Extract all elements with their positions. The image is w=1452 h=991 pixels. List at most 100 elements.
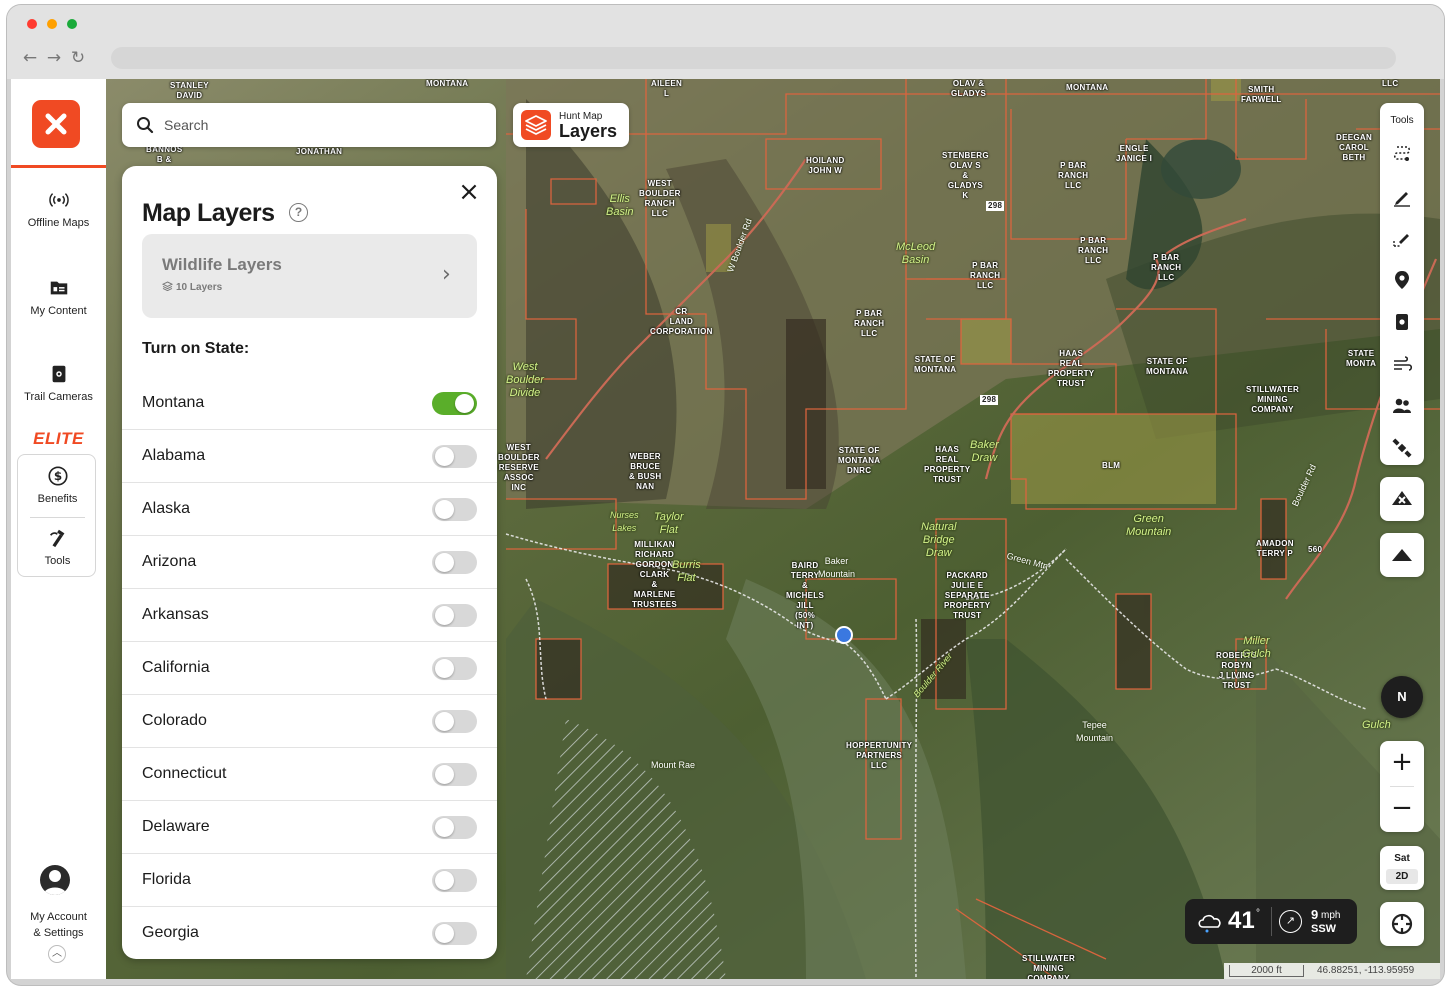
map-label: STATE OF MONTANA — [1146, 357, 1189, 376]
sidebar-item-label: Benefits — [37, 493, 78, 505]
location-button[interactable] — [1380, 902, 1424, 946]
wind-direction-icon: ↗ — [1279, 910, 1302, 933]
forward-arrow-icon[interactable]: → — [45, 49, 63, 67]
satellite-icon[interactable] — [1391, 437, 1413, 459]
state-toggle[interactable] — [432, 604, 477, 627]
hunt-map-layers-button[interactable]: Hunt Map Layers — [513, 103, 629, 147]
dollar-circle-icon: $ — [47, 466, 68, 486]
sidebar-item-my-content[interactable]: My Content — [11, 277, 106, 317]
toggle-knob — [435, 924, 454, 943]
map-type-button[interactable]: Sat 2D — [1380, 846, 1424, 890]
sidebar-item-account[interactable]: My Account & Settings — [11, 909, 106, 941]
toggle-knob — [435, 765, 454, 784]
degree-symbol: ° — [1256, 908, 1260, 919]
browser-window: ← → ↻ STANLEY DAVID MONTANA AILEEN L OLA… — [7, 5, 1444, 985]
state-toggle[interactable] — [432, 392, 477, 415]
state-name: Florida — [142, 871, 191, 888]
weather-widget[interactable]: 41 ° ↗ 9 mph SSW — [1185, 899, 1357, 944]
compass-button[interactable]: N — [1381, 676, 1423, 718]
map-label: HOILAND JOHN W — [806, 156, 845, 175]
terrain-3d-button[interactable] — [1380, 477, 1424, 521]
place-label: Burris Flat — [672, 559, 701, 584]
state-row-montana: Montana — [122, 377, 497, 430]
logo-underline — [11, 165, 106, 168]
place-label: McLeod Basin — [896, 241, 936, 266]
map-label: 560 — [1308, 545, 1323, 554]
map-label: STATE OF MONTANA DNRC — [838, 446, 881, 475]
elite-badge: ELITE — [33, 429, 84, 448]
app-logo[interactable] — [32, 100, 80, 148]
turn-on-state-heading: Turn on State: — [142, 340, 250, 357]
search-input[interactable] — [164, 115, 464, 135]
map-label: AILEEN L — [651, 79, 683, 98]
pencil-icon[interactable] — [1391, 185, 1413, 207]
state-toggle[interactable] — [432, 816, 477, 839]
toggle-knob — [435, 606, 454, 625]
temperature: 41 — [1228, 907, 1255, 934]
minimize-window-dot[interactable] — [47, 19, 57, 29]
close-window-dot[interactable] — [27, 19, 37, 29]
sidebar-item-benefits[interactable]: $ Benefits — [11, 465, 105, 505]
wind-speed: 9 — [1311, 907, 1319, 922]
back-arrow-icon[interactable]: ← — [21, 49, 39, 67]
help-icon[interactable]: ? — [289, 203, 308, 222]
maximize-window-dot[interactable] — [67, 19, 77, 29]
toggle-knob — [435, 447, 454, 466]
state-name: Arizona — [142, 553, 197, 570]
state-toggle[interactable] — [432, 763, 477, 786]
terrain-button[interactable] — [1380, 533, 1424, 577]
map-label: STILLWATER MINING COMPANY — [1246, 385, 1300, 414]
draw-area-icon[interactable] — [1391, 227, 1413, 249]
state-toggle[interactable] — [432, 498, 477, 521]
state-toggle[interactable] — [432, 869, 477, 892]
sidebar-item-tools[interactable]: Tools — [11, 527, 105, 567]
map-label: STATE OF MONTANA — [914, 355, 957, 374]
state-row-georgia: Georgia — [122, 907, 497, 959]
broadcast-icon — [48, 193, 69, 207]
route-icon[interactable] — [1391, 143, 1413, 165]
map-label: WEBER BRUCE & BUSH NAN — [629, 452, 662, 491]
map-label: STENBERG OLAV S & GLADYS K — [942, 151, 989, 200]
toggle-knob — [435, 500, 454, 519]
svg-text:$: $ — [53, 469, 61, 483]
wind-icon[interactable] — [1391, 353, 1413, 375]
state-toggle[interactable] — [432, 710, 477, 733]
state-toggle[interactable] — [432, 657, 477, 680]
state-name: Georgia — [142, 924, 199, 941]
wildlife-layers-card[interactable]: Wildlife Layers 10 Layers › — [142, 234, 477, 318]
place-label: Mount Rae — [651, 760, 696, 770]
highway-shield: 298 — [986, 201, 1005, 211]
close-icon[interactable]: × — [457, 179, 481, 205]
state-toggle[interactable] — [432, 445, 477, 468]
map-label: STILLWATER MINING COMPANY — [1022, 954, 1076, 979]
trail-camera-icon[interactable] — [1391, 311, 1413, 333]
account-label-line1: My Account — [30, 911, 87, 923]
sidebar-item-trail-cameras[interactable]: Trail Cameras — [11, 363, 106, 403]
sidebar-item-offline-maps[interactable]: Offline Maps — [11, 189, 106, 229]
chevron-up-icon[interactable]: ︿ — [48, 945, 66, 963]
camera-icon — [52, 365, 65, 383]
reload-icon[interactable]: ↻ — [69, 49, 87, 67]
zoom-controls: + − — [1380, 741, 1424, 832]
left-sidebar: Offline Maps My Content Trail Cameras EL… — [11, 79, 106, 979]
people-icon[interactable] — [1391, 395, 1413, 417]
state-toggle[interactable] — [432, 922, 477, 945]
wildlife-layers-count-text: 10 Layers — [176, 282, 223, 293]
map-pin-icon[interactable] — [1391, 269, 1413, 291]
map-label: JONATHAN — [296, 147, 343, 156]
zoom-in-button[interactable]: + — [1380, 741, 1424, 785]
browser-titlebar: ← → ↻ — [7, 5, 1444, 79]
state-toggle[interactable] — [432, 551, 477, 574]
avatar[interactable] — [40, 865, 70, 895]
state-row-delaware: Delaware — [122, 801, 497, 854]
crosshair-icon — [1391, 913, 1413, 935]
coordinates: 46.88251, -113.95959 — [1317, 965, 1415, 976]
map-label: LLC — [1382, 79, 1399, 88]
zoom-out-button[interactable]: − — [1380, 787, 1424, 831]
address-bar[interactable] — [111, 47, 1396, 69]
map-label: WEST BOULDER RANCH LLC — [639, 179, 681, 218]
place-label: Green Mountain — [1126, 513, 1172, 538]
map-label: P BAR RANCH LLC — [970, 261, 1001, 290]
user-icon — [43, 870, 67, 895]
place-label: Nurses Lakes — [610, 510, 639, 533]
